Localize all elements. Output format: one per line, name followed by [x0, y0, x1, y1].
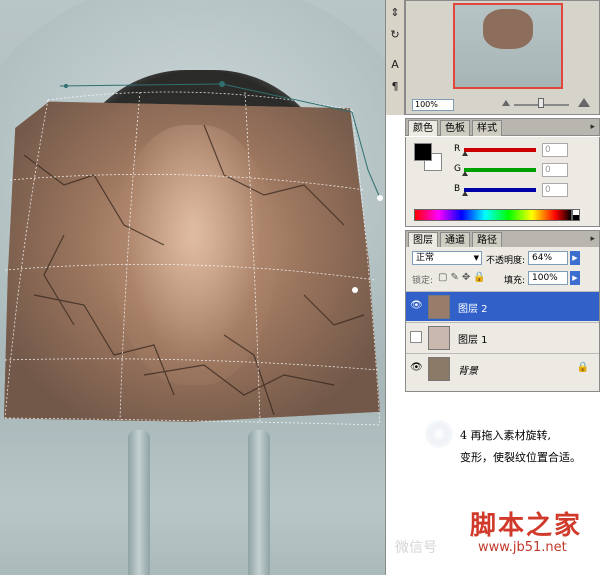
fill-field[interactable]: 100%: [528, 271, 568, 285]
paragraph-icon[interactable]: ¶: [386, 78, 404, 96]
tab-paths[interactable]: 路径: [472, 232, 502, 248]
navigator-panel: 100%: [405, 0, 600, 115]
caption-line-1: 4 再拖入素材旋转,: [460, 429, 551, 442]
tool-strip: ⇕ ↻ A ¶: [385, 0, 405, 115]
opacity-field[interactable]: 64%: [528, 251, 568, 265]
g-slider-row: G 0: [454, 163, 594, 177]
eye-icon[interactable]: 👁: [410, 300, 423, 312]
chevron-down-icon: ▼: [473, 254, 479, 262]
black-white-swatch[interactable]: [572, 209, 580, 221]
caption-line-2: 变形，使裂纹位置合适。: [460, 451, 581, 464]
foreground-color-swatch[interactable]: [414, 143, 432, 161]
r-slider-track[interactable]: [464, 148, 536, 152]
color-spectrum-bar[interactable]: [414, 209, 572, 221]
fill-popup-button[interactable]: ▶: [570, 271, 580, 285]
wechat-watermark: 微信号: [395, 540, 437, 556]
panel-gutter: [385, 115, 405, 575]
b-value-field[interactable]: 0: [542, 183, 568, 197]
zoom-out-icon[interactable]: [502, 100, 510, 106]
opacity-label: 不透明度:: [486, 256, 526, 266]
b-slider-track[interactable]: [464, 188, 536, 192]
navigator-zoom-field[interactable]: 100%: [412, 99, 454, 111]
document-canvas[interactable]: [0, 0, 385, 575]
layer-name[interactable]: 图层 2: [458, 300, 488, 315]
g-value-field[interactable]: 0: [542, 163, 568, 177]
navigator-toggle-icon[interactable]: ⇕: [386, 4, 404, 22]
eye-icon[interactable]: 👁: [410, 362, 423, 374]
blend-mode-value: 正常: [416, 253, 435, 263]
r-value-field[interactable]: 0: [542, 143, 568, 157]
site-url: www.jb51.net: [478, 540, 567, 555]
layer-thumbnail: [428, 326, 450, 350]
layer-name[interactable]: 图层 1: [458, 331, 488, 346]
layer-thumbnail: [428, 357, 450, 381]
zoom-slider-thumb[interactable]: [538, 98, 544, 108]
g-label: G: [454, 164, 461, 174]
layer-row-2[interactable]: 👁 图层 2: [406, 291, 599, 321]
color-panel: R 0 G 0 B 0: [405, 137, 600, 227]
b-slider-row: B 0: [454, 183, 594, 197]
glow-decoration: [425, 420, 453, 448]
r-slider-knob[interactable]: [462, 151, 468, 156]
tab-swatches[interactable]: 色板: [440, 120, 470, 136]
g-slider-track[interactable]: [464, 168, 536, 172]
character-icon[interactable]: A: [386, 56, 404, 74]
history-icon[interactable]: ↻: [386, 26, 404, 44]
tab-color[interactable]: 颜色: [408, 120, 438, 136]
fill-label: 填充:: [504, 276, 526, 286]
panels-dock: 100% 颜色 色板 样式 ▸ R 0 G 0 B 0 图层 通道 路径 ▸ 正…: [405, 0, 600, 575]
opacity-popup-button[interactable]: ▶: [570, 251, 580, 265]
lock-label: 锁定:: [412, 276, 434, 286]
r-label: R: [454, 144, 461, 154]
tab-channels[interactable]: 通道: [440, 232, 470, 248]
tab-layers[interactable]: 图层: [408, 232, 438, 248]
blend-mode-select[interactable]: 正常 ▼: [412, 251, 482, 265]
g-slider-knob[interactable]: [462, 171, 468, 176]
lock-icon: 🔒: [576, 362, 589, 373]
tab-styles[interactable]: 样式: [472, 120, 502, 136]
navigator-thumbnail[interactable]: [453, 3, 563, 89]
layer-name[interactable]: 背景: [458, 362, 478, 377]
layers-panel-tabs: 图层 通道 路径 ▸: [405, 230, 600, 248]
color-panel-tabs: 颜色 色板 样式 ▸: [405, 118, 600, 136]
layer-row-background[interactable]: 👁 背景 🔒: [406, 353, 599, 383]
lock-options-icons[interactable]: ▢✎✥🔒: [438, 272, 489, 283]
layers-menu-icon[interactable]: ▸: [590, 234, 595, 244]
b-label: B: [454, 184, 461, 194]
layer-row-1[interactable]: 图层 1: [406, 322, 599, 352]
layer-thumbnail: [428, 295, 450, 319]
r-slider-row: R 0: [454, 143, 594, 157]
b-slider-knob[interactable]: [462, 191, 468, 196]
panel-menu-icon[interactable]: ▸: [590, 122, 595, 132]
warp-grid[interactable]: [0, 0, 385, 575]
visibility-toggle-empty[interactable]: [410, 331, 422, 343]
zoom-in-icon[interactable]: [578, 98, 590, 107]
step-caption: 4 再拖入素材旋转, 变形，使裂纹位置合适。: [460, 425, 600, 469]
navigator-thumb-face: [483, 9, 533, 49]
layers-panel: 正常 ▼ 不透明度: 64% ▶ 锁定: ▢✎✥🔒 填充: 100% ▶ 👁 图…: [405, 247, 600, 392]
site-logo-text: 脚本之家: [470, 511, 583, 541]
